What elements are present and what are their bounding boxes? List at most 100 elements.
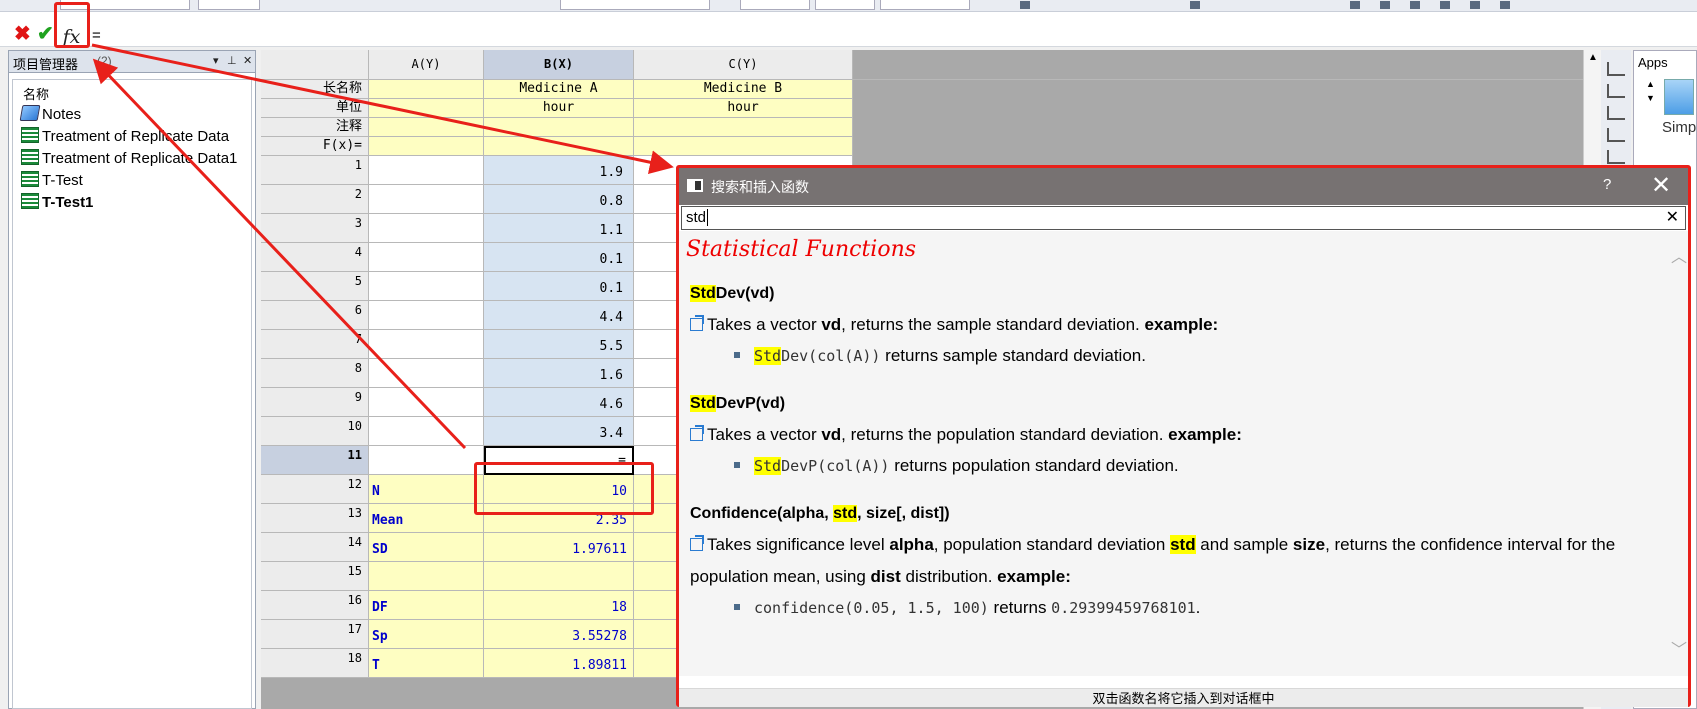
font-size-combo[interactable] <box>198 0 260 10</box>
row-header[interactable]: 7 <box>261 330 369 359</box>
data-cell[interactable]: 0.1 <box>484 243 634 272</box>
data-cell[interactable] <box>369 330 484 359</box>
data-cell[interactable]: 4.4 <box>484 301 634 330</box>
row-header[interactable]: 18 <box>261 649 369 678</box>
close-button[interactable]: ✕ <box>1651 171 1671 200</box>
stat-value-cell[interactable]: 1.97611 <box>484 533 634 562</box>
stat-value-cell[interactable]: 3.55278 <box>484 620 634 649</box>
data-cell[interactable] <box>369 359 484 388</box>
pin-icon[interactable]: ⊥ <box>227 54 237 67</box>
chevron-up-icon[interactable]: ︿ <box>1671 243 1687 267</box>
toolbar-button-icon[interactable] <box>1190 1 1200 9</box>
toolbar-button-icon[interactable] <box>1500 1 1510 9</box>
meta-row-label[interactable]: 注释 <box>261 118 369 137</box>
data-cell[interactable]: 0.8 <box>484 185 634 214</box>
toolbar-button-icon[interactable] <box>1020 1 1030 9</box>
scroll-down-icon[interactable]: ▼ <box>1646 93 1655 103</box>
plot-icon[interactable] <box>1607 150 1625 164</box>
green-check-icon[interactable]: ✔ <box>37 24 54 44</box>
meta-cell[interactable] <box>634 118 853 137</box>
line-width-combo[interactable] <box>740 0 810 10</box>
stat-label-cell[interactable] <box>369 562 484 591</box>
row-header[interactable]: 9 <box>261 388 369 417</box>
stat-label-cell[interactable]: N <box>369 475 484 504</box>
red-x-icon[interactable]: ✖ <box>14 24 31 44</box>
stat-value-cell[interactable]: 1.89811 <box>484 649 634 678</box>
data-cell[interactable] <box>369 301 484 330</box>
link-icon[interactable] <box>690 315 704 331</box>
data-cell[interactable] <box>369 214 484 243</box>
column-header[interactable]: B(X) <box>484 50 634 80</box>
scroll-up-icon[interactable]: ▲ <box>1646 79 1655 89</box>
data-cell[interactable] <box>369 272 484 301</box>
row-header[interactable]: 16 <box>261 591 369 620</box>
row-header[interactable]: 6 <box>261 301 369 330</box>
row-header[interactable]: 3 <box>261 214 369 243</box>
project-item-workbook[interactable]: Treatment of Replicate Data <box>21 126 229 148</box>
meta-cell[interactable] <box>369 99 484 118</box>
project-item-workbook[interactable]: T-Test <box>21 170 83 192</box>
close-icon[interactable]: ✕ <box>243 54 252 67</box>
project-item-workbook-active[interactable]: T-Test1 <box>21 192 93 214</box>
function-name-stddevp[interactable]: StdDevP(vd) <box>690 395 785 413</box>
meta-cell[interactable] <box>369 118 484 137</box>
link-icon[interactable] <box>690 425 704 441</box>
row-header[interactable]: 15 <box>261 562 369 591</box>
toolbar-button-icon[interactable] <box>1470 1 1480 9</box>
row-header[interactable]: 1 <box>261 156 369 185</box>
plot-icon[interactable] <box>1607 84 1625 98</box>
plot-icon[interactable] <box>1607 128 1625 142</box>
stat-label-cell[interactable]: T <box>369 649 484 678</box>
row-header[interactable]: 14 <box>261 533 369 562</box>
row-header[interactable]: 10 <box>261 417 369 446</box>
stat-label-cell[interactable]: Sp <box>369 620 484 649</box>
app-icon[interactable] <box>1664 79 1694 115</box>
meta-cell[interactable] <box>369 137 484 156</box>
project-item-notes[interactable]: Notes <box>19 104 81 126</box>
line-style-combo[interactable] <box>815 0 875 10</box>
project-item-workbook[interactable]: Treatment of Replicate Data1 <box>21 148 237 170</box>
data-cell[interactable] <box>369 185 484 214</box>
toolbar-button-icon[interactable] <box>1350 1 1360 9</box>
stat-label-cell[interactable]: SD <box>369 533 484 562</box>
function-search-input[interactable]: std ✕ <box>681 206 1686 230</box>
help-button[interactable]: ? <box>1603 176 1611 193</box>
meta-cell[interactable] <box>484 137 634 156</box>
row-header-active[interactable]: 11 <box>261 446 369 475</box>
toolbar-button-icon[interactable] <box>1410 1 1420 9</box>
data-cell[interactable]: 1.9 <box>484 156 634 185</box>
column-header[interactable]: A(Y) <box>369 50 484 80</box>
data-cell[interactable]: 1.6 <box>484 359 634 388</box>
meta-cell[interactable]: Medicine B <box>634 80 853 99</box>
data-cell[interactable] <box>369 388 484 417</box>
row-header[interactable]: 8 <box>261 359 369 388</box>
row-header[interactable]: 2 <box>261 185 369 214</box>
meta-row-label[interactable]: 单位 <box>261 99 369 118</box>
stat-value-cell[interactable] <box>484 562 634 591</box>
data-cell[interactable] <box>369 243 484 272</box>
symbol-size-combo[interactable] <box>880 0 970 10</box>
row-header[interactable]: 13 <box>261 504 369 533</box>
data-cell[interactable] <box>369 446 484 475</box>
plot-icon[interactable] <box>1607 106 1625 120</box>
chevron-down-icon[interactable]: ﹀ <box>1671 636 1687 660</box>
row-header[interactable]: 17 <box>261 620 369 649</box>
corner-cell[interactable] <box>261 50 369 80</box>
color-combo[interactable] <box>560 0 710 10</box>
meta-cell[interactable]: hour <box>484 99 634 118</box>
stat-label-cell[interactable]: Mean <box>369 504 484 533</box>
toolbar-button-icon[interactable] <box>1380 1 1390 9</box>
clear-search-button[interactable]: ✕ <box>1666 207 1679 229</box>
meta-cell[interactable]: Medicine A <box>484 80 634 99</box>
meta-cell[interactable] <box>634 137 853 156</box>
dialog-titlebar[interactable]: 搜索和插入函数 ? ✕ <box>679 168 1688 205</box>
row-header[interactable]: 12 <box>261 475 369 504</box>
meta-cell[interactable] <box>484 118 634 137</box>
formula-input[interactable]: = <box>90 25 1690 47</box>
toolbar-button-icon[interactable] <box>1440 1 1450 9</box>
stat-label-cell[interactable]: DF <box>369 591 484 620</box>
scroll-up-icon[interactable]: ▲ <box>1588 52 1598 63</box>
link-icon[interactable] <box>690 535 704 551</box>
dialog-scrollbar[interactable]: ︿ ﹀ <box>1669 231 1688 676</box>
function-name-confidence[interactable]: Confidence(alpha, std, size[, dist]) <box>690 505 950 523</box>
